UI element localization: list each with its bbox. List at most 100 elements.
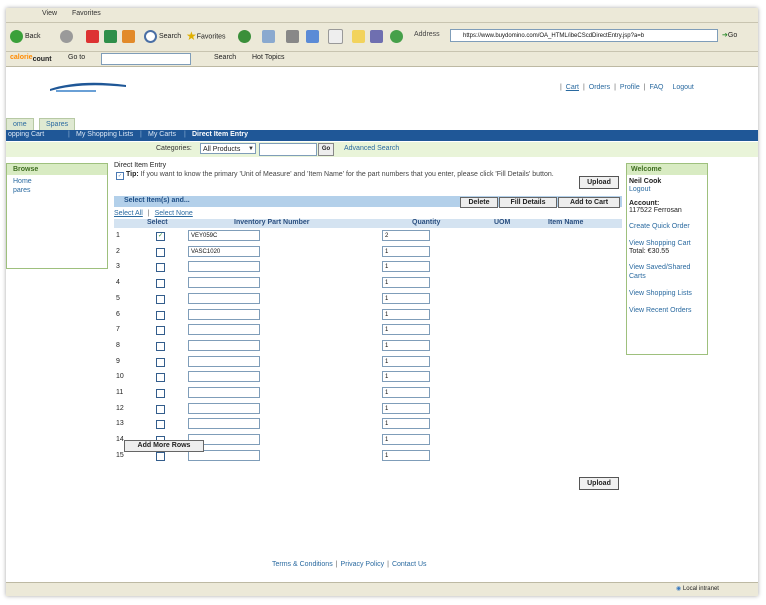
view-recent-orders-link[interactable]: View Recent Orders (627, 306, 707, 315)
row-select-checkbox[interactable] (156, 373, 165, 383)
addon-search-button[interactable]: Search (214, 54, 236, 61)
part-number-input[interactable] (188, 339, 260, 351)
stop-button[interactable] (86, 29, 101, 44)
row-number: 3 (116, 263, 120, 271)
addon-search-input[interactable] (101, 53, 191, 65)
word-button[interactable] (328, 29, 345, 44)
advanced-search-link[interactable]: Advanced Search (344, 145, 399, 152)
quantity-input[interactable]: 1 (382, 261, 430, 273)
nav-direct-item-entry[interactable]: Direct Item Entry (192, 131, 248, 138)
row-select-checkbox[interactable] (156, 389, 165, 398)
favorites-label: Favorites (196, 33, 226, 41)
part-number-input[interactable] (188, 355, 260, 367)
quantity-input[interactable]: 1 (382, 339, 430, 351)
quantity-input[interactable]: 1 (382, 324, 430, 336)
part-number-input[interactable] (188, 261, 260, 273)
row-select-checkbox[interactable] (156, 294, 165, 304)
quantity-input[interactable]: 1 (382, 292, 430, 304)
part-number-input[interactable] (188, 292, 260, 304)
print-button[interactable] (286, 29, 301, 44)
search-button[interactable]: Search (144, 29, 181, 44)
view-shopping-cart-link[interactable]: View Shopping Cart (627, 239, 707, 248)
browse-spares-link[interactable]: pares (7, 186, 107, 195)
nav-my-shopping-lists[interactable]: My Shopping Lists (76, 131, 133, 138)
quantity-input[interactable]: 1 (382, 355, 430, 367)
menu-favorites[interactable]: Favorites (72, 10, 101, 17)
history-button[interactable] (238, 29, 253, 44)
select-all-link[interactable]: Select All (114, 210, 143, 217)
category-select[interactable]: All Products (200, 143, 256, 155)
part-number-input[interactable] (188, 402, 260, 414)
quantity-input[interactable]: 1 (382, 387, 430, 398)
messenger-button[interactable] (390, 29, 405, 44)
part-number-input[interactable] (188, 418, 260, 430)
mail-button[interactable] (262, 29, 277, 44)
quantity-input[interactable]: 1 (382, 277, 430, 289)
upload-button-top[interactable]: Upload (579, 176, 619, 189)
row-select-checkbox[interactable] (156, 420, 165, 430)
folder-button[interactable] (352, 29, 367, 44)
row-select-checkbox[interactable] (156, 404, 165, 414)
part-number-input[interactable] (188, 308, 260, 320)
create-quick-order-link[interactable]: Create Quick Order (627, 222, 707, 231)
part-number-input[interactable] (188, 277, 260, 289)
fill-details-button[interactable]: Fill Details (499, 197, 557, 208)
product-search-input[interactable] (259, 143, 317, 156)
quantity-input[interactable]: 1 (382, 434, 430, 446)
quantity-input[interactable]: 1 (382, 418, 430, 430)
research-button[interactable] (370, 29, 385, 44)
row-select-checkbox[interactable] (156, 263, 165, 273)
faq-link[interactable]: FAQ (649, 84, 663, 91)
favorites-button[interactable]: ★Favorites (186, 29, 226, 44)
terms-link[interactable]: Terms & Conditions (272, 561, 333, 568)
delete-button[interactable]: Delete (460, 197, 498, 208)
go-button[interactable]: ➔Go (722, 29, 752, 42)
profile-link[interactable]: Profile (620, 84, 640, 91)
welcome-logout-link[interactable]: Logout (627, 185, 707, 194)
contact-link[interactable]: Contact Us (392, 561, 427, 568)
part-number-input[interactable] (188, 371, 260, 383)
select-none-link[interactable]: Select None (155, 210, 193, 217)
edit-button[interactable] (306, 29, 321, 44)
quantity-input[interactable]: 2 (382, 230, 430, 241)
row-select-checkbox[interactable]: ✓ (156, 232, 165, 241)
quantity-input[interactable]: 1 (382, 308, 430, 320)
row-select-checkbox[interactable] (156, 279, 165, 289)
view-saved-carts-link[interactable]: View Saved/Shared Carts (627, 263, 707, 281)
row-select-checkbox[interactable] (156, 341, 165, 351)
address-bar[interactable]: https://www.buydomino.com/OA_HTML/ibeCSc… (450, 29, 718, 42)
part-number-input[interactable] (188, 324, 260, 336)
part-number-input[interactable] (188, 387, 260, 398)
nav-shopping-cart[interactable]: opping Cart (8, 131, 44, 138)
quantity-input[interactable]: 1 (382, 449, 430, 461)
row-select-checkbox[interactable] (156, 310, 165, 320)
row-select-checkbox[interactable] (156, 451, 165, 461)
cart-link[interactable]: Cart (566, 84, 579, 91)
home-button[interactable] (122, 29, 137, 44)
upload-button-bottom[interactable]: Upload (579, 477, 619, 490)
orders-link[interactable]: Orders (589, 84, 610, 91)
view-shopping-lists-link[interactable]: View Shopping Lists (627, 289, 707, 298)
privacy-link[interactable]: Privacy Policy (341, 561, 385, 568)
forward-button[interactable] (60, 29, 75, 44)
part-number-input[interactable]: VEY059C (188, 230, 260, 241)
quantity-input[interactable]: 1 (382, 245, 430, 257)
add-to-cart-button[interactable]: Add to Cart (558, 197, 620, 208)
back-button[interactable]: Back (10, 29, 41, 44)
refresh-button[interactable] (104, 29, 119, 44)
cart-total: Total: €30.55 (629, 248, 670, 255)
add-more-rows-button[interactable]: Add More Rows (124, 440, 204, 452)
nav-my-carts[interactable]: My Carts (148, 131, 176, 138)
quantity-input[interactable]: 1 (382, 371, 430, 383)
row-select-checkbox[interactable] (156, 247, 165, 257)
row-select-checkbox[interactable] (156, 326, 165, 336)
hot-topics-button[interactable]: Hot Topics (252, 54, 285, 61)
search-go-button[interactable]: Go (318, 143, 334, 156)
row-select-checkbox[interactable] (156, 357, 165, 367)
quantity-input[interactable]: 1 (382, 402, 430, 414)
goto-button[interactable]: Go to (68, 54, 85, 61)
logout-link[interactable]: Logout (672, 84, 693, 91)
part-number-input[interactable]: VASC1020 (188, 245, 260, 257)
menu-view[interactable]: View (42, 10, 57, 17)
browse-home-link[interactable]: Home (7, 177, 107, 186)
